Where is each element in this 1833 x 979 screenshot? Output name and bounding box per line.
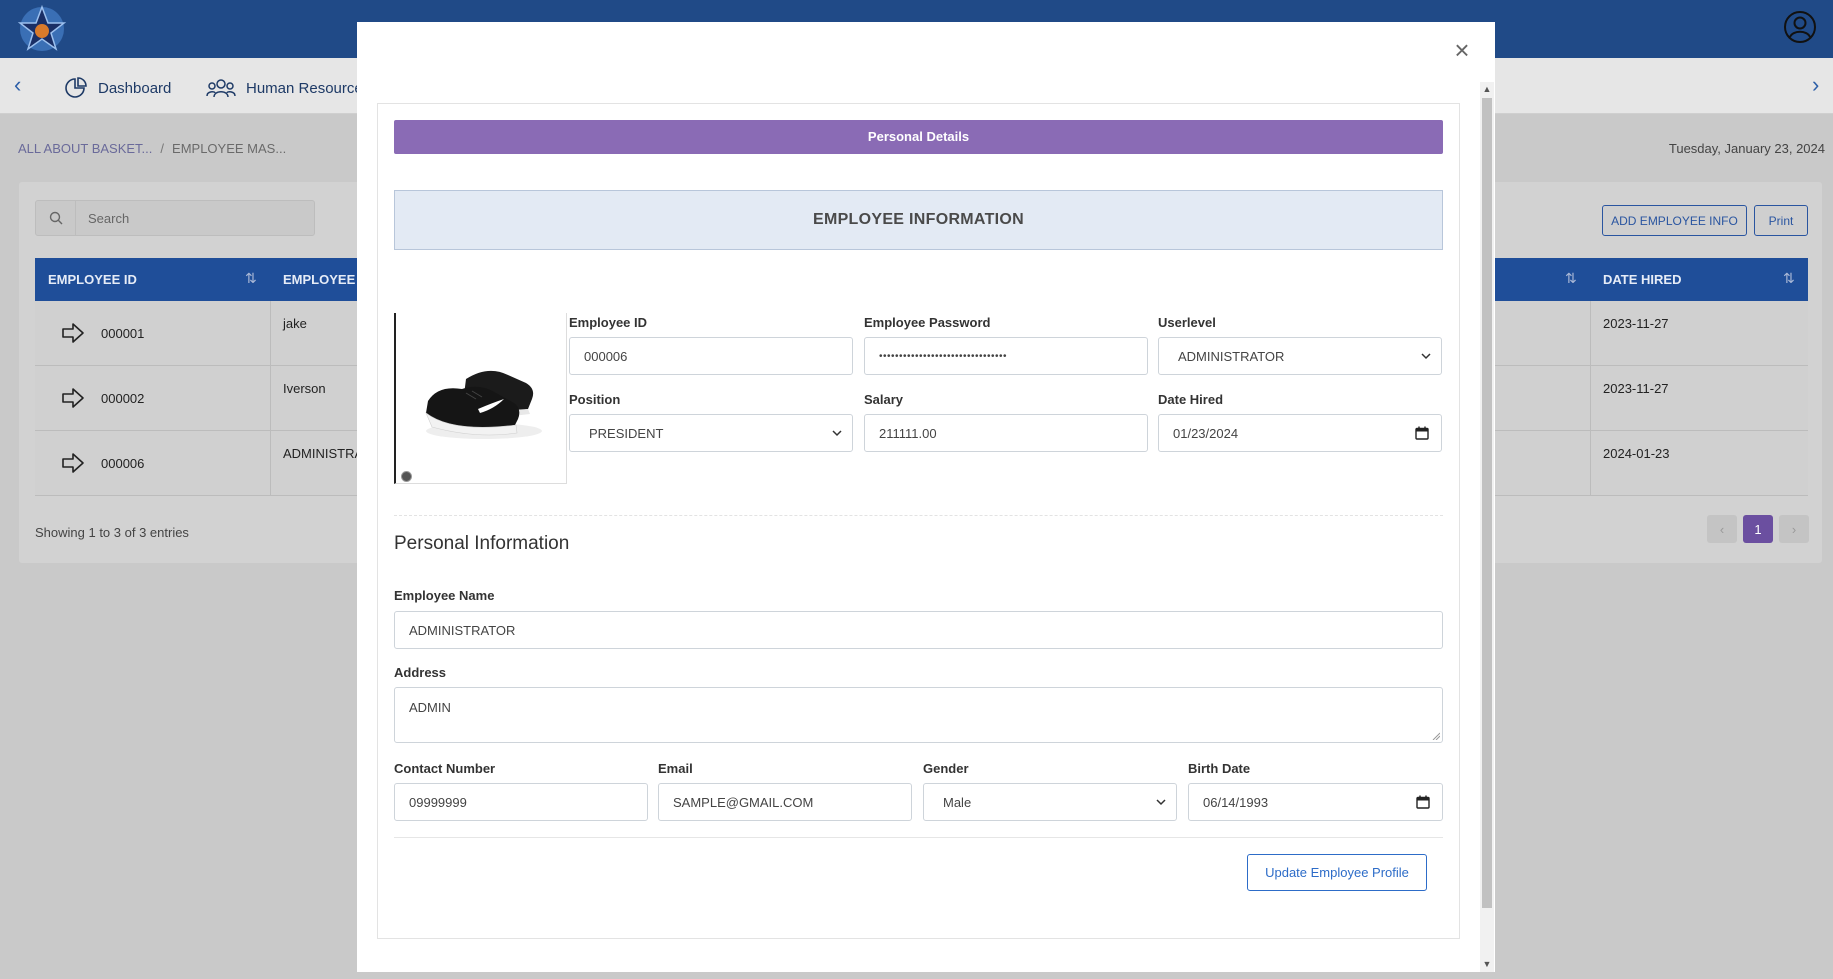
address-textarea[interactable]: ADMIN bbox=[394, 687, 1443, 743]
sort-icon[interactable]: ⇅ bbox=[245, 270, 257, 287]
calendar-icon[interactable] bbox=[1416, 795, 1430, 809]
breadcrumb-root[interactable]: ALL ABOUT BASKET... bbox=[18, 141, 152, 156]
arrow-right-icon[interactable] bbox=[61, 386, 85, 410]
search-input[interactable]: Search bbox=[35, 200, 315, 236]
search-placeholder: Search bbox=[88, 210, 130, 226]
address-label: Address bbox=[394, 665, 447, 680]
salary-field[interactable]: 211111.00 bbox=[864, 414, 1148, 452]
section-divider bbox=[394, 515, 1443, 516]
userlevel-select[interactable]: ADMINISTRATOR bbox=[1158, 337, 1442, 375]
cell-employee-id: 000006 bbox=[101, 456, 145, 471]
nav-item-dashboard[interactable]: Dashboard bbox=[64, 76, 171, 100]
column-header-employee-name[interactable]: EMPLOYEE N bbox=[270, 258, 368, 301]
position-label: Position bbox=[569, 392, 621, 407]
print-button[interactable]: Print bbox=[1754, 205, 1808, 236]
userlevel-label: Userlevel bbox=[1158, 315, 1216, 330]
salary-label: Salary bbox=[864, 392, 904, 407]
cell-date-hired: 2023-11-27 bbox=[1603, 316, 1669, 331]
employee-name-label: Employee Name bbox=[394, 588, 495, 603]
column-header-date-hired[interactable]: DATE HIRED bbox=[1590, 258, 1681, 301]
cell-employee-id: 000002 bbox=[101, 391, 145, 406]
modal-scrollbar-thumb[interactable] bbox=[1482, 98, 1492, 908]
sort-icon[interactable]: ⇅ bbox=[1565, 270, 1577, 287]
current-date: Tuesday, January 23, 2024 bbox=[1668, 141, 1825, 156]
personal-details-tab[interactable]: Personal Details bbox=[394, 120, 1443, 154]
employee-password-field[interactable]: •••••••••••••••••••••••••••••••• bbox=[864, 337, 1148, 375]
user-account-icon[interactable] bbox=[1783, 10, 1817, 44]
employee-photo[interactable] bbox=[394, 313, 567, 484]
column-divider bbox=[270, 301, 271, 496]
cell-employee-id: 000001 bbox=[101, 326, 145, 341]
photo-edit-icon[interactable] bbox=[401, 471, 412, 482]
cell-date-hired: 2024-01-23 bbox=[1603, 446, 1670, 461]
arrow-right-icon[interactable] bbox=[61, 321, 85, 345]
scroll-down-icon[interactable]: ▼ bbox=[1482, 959, 1492, 969]
form-footer-divider bbox=[394, 837, 1443, 838]
date-hired-value: 01/23/2024 bbox=[1173, 425, 1239, 441]
arrow-right-icon[interactable] bbox=[61, 451, 85, 475]
birth-date-field[interactable]: 06/14/1993 bbox=[1188, 783, 1443, 821]
employee-password-label: Employee Password bbox=[864, 315, 991, 330]
pie-chart-icon bbox=[65, 77, 87, 98]
gender-value: Male bbox=[943, 794, 972, 810]
close-icon[interactable]: × bbox=[1450, 37, 1474, 63]
employee-name-field[interactable]: ADMINISTRATOR bbox=[394, 611, 1443, 649]
position-select[interactable]: PRESIDENT bbox=[569, 414, 853, 452]
nav-item-human-resource-label: Human Resource bbox=[246, 79, 363, 97]
personal-information-title: Personal Information bbox=[394, 533, 570, 554]
chevron-down-icon bbox=[832, 430, 842, 437]
shoe-image bbox=[425, 370, 542, 439]
add-employee-button[interactable]: ADD EMPLOYEE INFO bbox=[1602, 205, 1747, 236]
cell-date-hired: 2023-11-27 bbox=[1603, 381, 1669, 396]
email-label: Email bbox=[658, 761, 693, 776]
employee-id-label: Employee ID bbox=[569, 315, 648, 330]
contact-number-label: Contact Number bbox=[394, 761, 496, 776]
employee-id-field[interactable]: 000006 bbox=[569, 337, 853, 375]
birth-date-value: 06/14/1993 bbox=[1203, 794, 1269, 810]
contact-number-field[interactable]: 09999999 bbox=[394, 783, 648, 821]
chevron-down-icon bbox=[1156, 799, 1166, 806]
position-value: PRESIDENT bbox=[589, 425, 664, 441]
sort-icon[interactable]: ⇅ bbox=[1783, 270, 1795, 287]
breadcrumb-separator: / bbox=[160, 141, 165, 156]
table-info: Showing 1 to 3 of 3 entries bbox=[35, 525, 189, 540]
employee-information-heading: EMPLOYEE INFORMATION bbox=[394, 190, 1443, 250]
gender-select[interactable]: Male bbox=[923, 783, 1177, 821]
cell-employee-name: Iverson bbox=[283, 381, 326, 396]
calendar-icon[interactable] bbox=[1415, 426, 1429, 440]
people-icon bbox=[206, 79, 236, 98]
resize-handle-icon[interactable] bbox=[1432, 732, 1440, 740]
userlevel-value: ADMINISTRATOR bbox=[1178, 348, 1285, 364]
nav-scroll-left-icon[interactable]: ‹ bbox=[14, 74, 21, 96]
update-employee-profile-button[interactable]: Update Employee Profile bbox=[1247, 854, 1427, 891]
scroll-up-icon[interactable]: ▲ bbox=[1482, 84, 1492, 94]
cell-employee-name: jake bbox=[283, 316, 307, 331]
app-logo[interactable] bbox=[16, 3, 68, 55]
pagination-previous[interactable]: ‹ bbox=[1707, 515, 1737, 543]
breadcrumb: ALL ABOUT BASKET... / EMPLOYEE MAS... bbox=[18, 141, 286, 156]
search-icon bbox=[36, 201, 76, 235]
cell-employee-name: ADMINISTRA bbox=[283, 446, 364, 461]
nav-scroll-right-icon[interactable]: › bbox=[1812, 74, 1819, 96]
breadcrumb-current: EMPLOYEE MAS... bbox=[172, 141, 287, 156]
email-field[interactable]: SAMPLE@GMAIL.COM bbox=[658, 783, 912, 821]
nav-item-human-resource[interactable]: Human Resource bbox=[206, 76, 363, 100]
pagination-page-1[interactable]: 1 bbox=[1743, 515, 1773, 543]
date-hired-field[interactable]: 01/23/2024 bbox=[1158, 414, 1442, 452]
chevron-down-icon bbox=[1421, 353, 1431, 360]
address-value: ADMIN bbox=[409, 700, 451, 715]
column-divider bbox=[1590, 301, 1591, 496]
gender-label: Gender bbox=[923, 761, 969, 776]
date-hired-label: Date Hired bbox=[1158, 392, 1224, 407]
birth-date-label: Birth Date bbox=[1188, 761, 1251, 776]
pagination-next[interactable]: › bbox=[1779, 515, 1809, 543]
column-header-employee-id[interactable]: EMPLOYEE ID bbox=[35, 258, 137, 301]
nav-item-dashboard-label: Dashboard bbox=[98, 79, 172, 97]
